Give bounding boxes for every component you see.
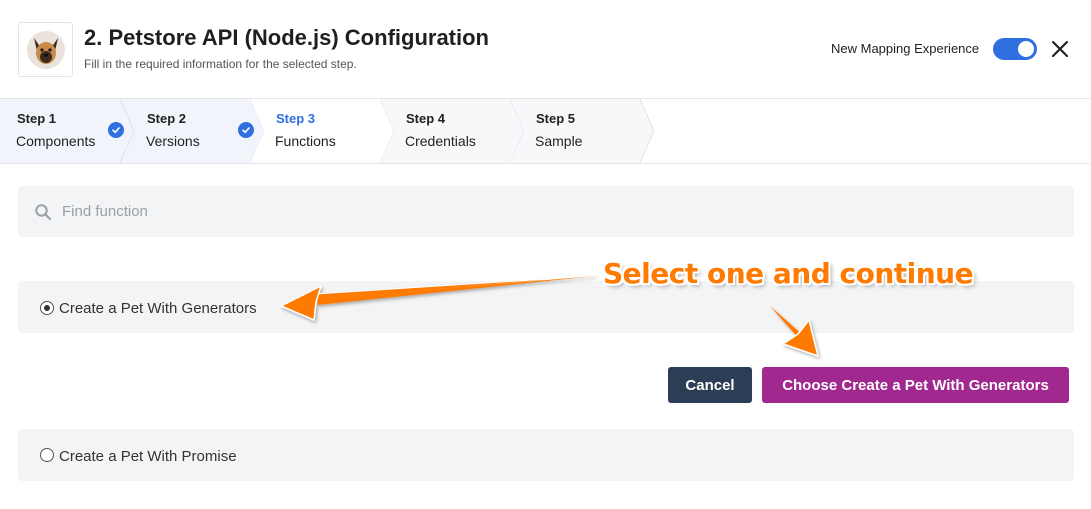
function-search xyxy=(18,186,1074,237)
function-option-promise[interactable]: Create a Pet With Promise xyxy=(18,429,1074,481)
app-logo xyxy=(18,22,73,77)
option-label: Create a Pet With Generators xyxy=(59,300,257,317)
modal-header: 2. Petstore API (Node.js) Configuration … xyxy=(0,0,1091,98)
radio-button[interactable] xyxy=(40,448,54,462)
option-label: Create a Pet With Promise xyxy=(59,448,237,465)
step-number: Step 5 xyxy=(536,111,576,126)
step-label: Versions xyxy=(146,133,200,149)
step-credentials[interactable]: Step 4 Credentials xyxy=(390,99,520,163)
close-icon xyxy=(1051,40,1069,58)
step-functions[interactable]: Step 3 Functions xyxy=(260,99,390,163)
search-icon xyxy=(35,204,52,221)
step-versions[interactable]: Step 2 Versions xyxy=(130,99,260,163)
step-label: Functions xyxy=(275,133,336,149)
cancel-button[interactable]: Cancel xyxy=(668,367,752,403)
step-label: Sample xyxy=(535,133,583,149)
step-number: Step 4 xyxy=(406,111,446,126)
mapping-toggle[interactable] xyxy=(993,38,1037,60)
page-title: 2. Petstore API (Node.js) Configuration xyxy=(84,25,489,50)
steps-bar: Step 1 Components Step 2 Versions Step 3… xyxy=(0,98,1091,164)
search-input[interactable] xyxy=(62,198,1022,224)
radio-button[interactable] xyxy=(40,301,54,315)
step-label: Credentials xyxy=(405,133,476,149)
step-number: Step 2 xyxy=(147,111,187,126)
step-complete-check-icon xyxy=(238,122,254,138)
toggle-knob xyxy=(1018,41,1034,57)
dog-avatar-icon xyxy=(26,30,65,69)
mapping-toggle-label: New Mapping Experience xyxy=(831,41,980,56)
choose-function-button[interactable]: Choose Create a Pet With Generators xyxy=(762,367,1069,403)
step-number: Step 3 xyxy=(276,111,316,126)
step-complete-check-icon xyxy=(108,122,124,138)
step-label: Components xyxy=(16,133,96,149)
close-button[interactable] xyxy=(1050,39,1070,59)
page-subtitle: Fill in the required information for the… xyxy=(84,57,357,71)
step-sample[interactable]: Step 5 Sample xyxy=(520,99,650,163)
annotation-callout: Select one and continue xyxy=(603,257,974,290)
step-number: Step 1 xyxy=(17,111,57,126)
step-components[interactable]: Step 1 Components xyxy=(0,99,130,163)
